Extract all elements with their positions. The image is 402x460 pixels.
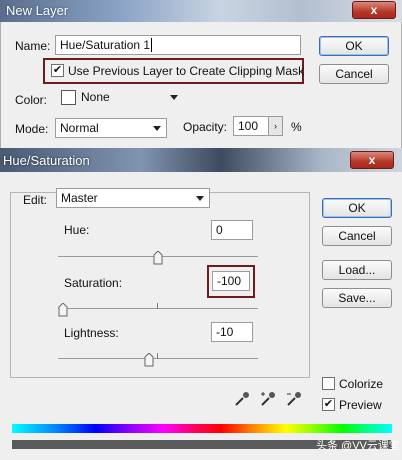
saturation-slider-thumb[interactable] [58, 303, 68, 317]
color-swatch [61, 90, 76, 105]
clipping-mask-label: Use Previous Layer to Create Clipping Ma… [68, 64, 305, 78]
hue-input[interactable]: 0 [211, 220, 253, 240]
hue-saturation-titlebar[interactable]: Hue/Saturation x [0, 148, 402, 172]
mode-select-value: Normal [60, 121, 99, 135]
hue-saturation-close-button[interactable]: x [350, 151, 394, 169]
opacity-slider-toggle[interactable]: › [269, 116, 283, 136]
mode-label: Mode: [15, 122, 49, 136]
saturation-slider-center-tick [157, 303, 158, 309]
new-layer-title: New Layer [6, 3, 69, 18]
load-button[interactable]: Load... [322, 260, 392, 280]
hue-label: Hue: [64, 223, 90, 237]
lightness-slider-thumb[interactable] [144, 353, 154, 367]
preview-checkbox[interactable]: ✔ [322, 398, 335, 411]
input-color-spectrum [12, 424, 392, 433]
layer-name-value: Hue/Saturation 1 [60, 38, 151, 52]
opacity-input[interactable]: 100 [233, 116, 269, 136]
edit-select-value: Master [61, 191, 98, 205]
lightness-slider-center-tick [157, 353, 158, 359]
color-select[interactable]: None [77, 88, 183, 108]
saturation-slider-track[interactable] [58, 308, 258, 309]
hue-saturation-ok-button[interactable]: OK [322, 198, 392, 218]
new-layer-titlebar[interactable]: New Layer x [0, 0, 402, 22]
new-layer-close-button[interactable]: x [352, 1, 396, 19]
hue-saturation-cancel-button[interactable]: Cancel [322, 226, 392, 246]
colorize-label: Colorize [339, 377, 384, 391]
save-button[interactable]: Save... [322, 288, 392, 308]
edit-label: Edit: [20, 193, 51, 207]
eyedropper-minus-icon[interactable] [285, 390, 303, 408]
opacity-unit: % [291, 120, 302, 134]
eyedropper-plus-icon[interactable] [259, 390, 277, 408]
hue-slider-thumb[interactable] [153, 251, 163, 265]
lightness-input[interactable]: -10 [211, 322, 253, 342]
chevron-down-icon [170, 95, 178, 100]
hue-saturation-dialog: Edit: Master Hue: 0 Saturation: -100 Lig… [0, 172, 402, 460]
mode-select[interactable]: Normal [55, 118, 167, 138]
saturation-label: Saturation: [64, 276, 123, 290]
lightness-label: Lightness: [64, 326, 119, 340]
name-label: Name: [15, 39, 51, 53]
opacity-label: Opacity: [183, 120, 228, 134]
edit-select[interactable]: Master [56, 188, 210, 208]
clipping-mask-checkbox[interactable]: ✔ [51, 64, 64, 77]
chevron-down-icon [153, 126, 161, 131]
layer-name-input[interactable]: Hue/Saturation 1 [55, 35, 301, 55]
new-layer-dialog: Name: Hue/Saturation 1 ✔ Use Previous La… [0, 22, 402, 148]
eyedropper-icon[interactable] [233, 390, 251, 408]
saturation-input[interactable]: -100 [212, 271, 250, 291]
new-layer-ok-button[interactable]: OK [319, 36, 389, 56]
new-layer-cancel-button[interactable]: Cancel [319, 64, 389, 84]
hue-saturation-title: Hue/Saturation [3, 153, 90, 168]
color-select-value: None [81, 90, 110, 104]
color-label: Color: [15, 93, 48, 107]
chevron-down-icon [196, 196, 204, 201]
colorize-checkbox[interactable] [322, 377, 335, 390]
preview-label: Preview [339, 398, 382, 412]
adjustment-group [10, 192, 310, 378]
lightness-slider-track[interactable] [58, 358, 258, 359]
watermark: 头条 @VV云课堂 [316, 440, 400, 452]
